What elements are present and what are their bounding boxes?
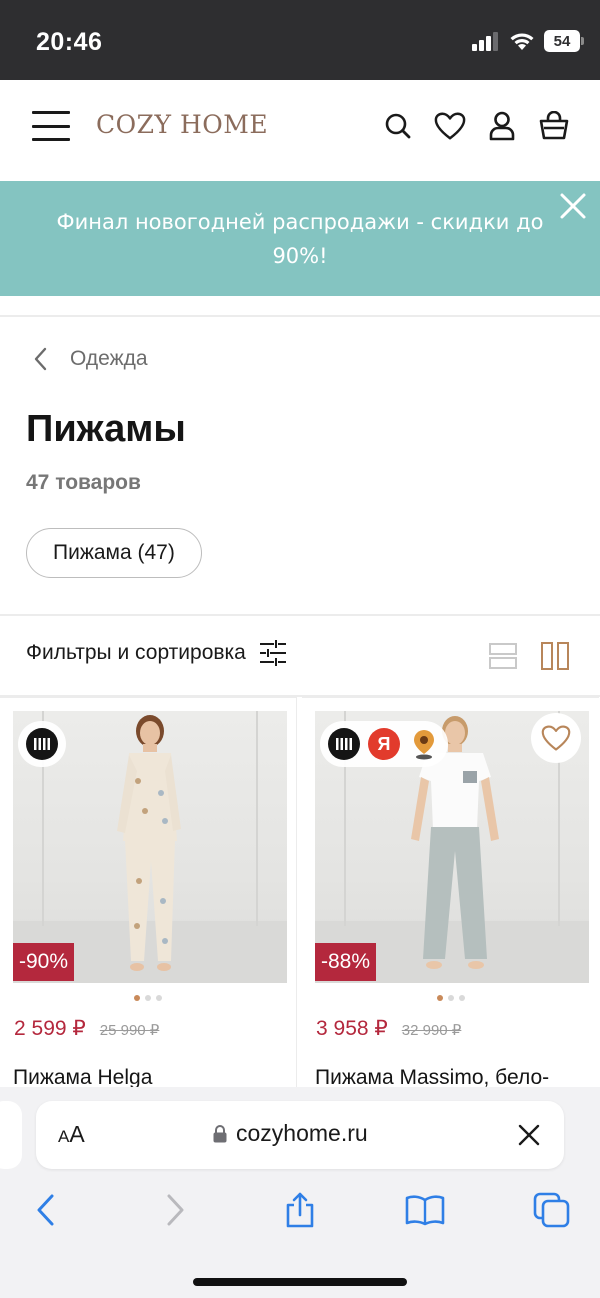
category-chip-label: Пижама (47): [53, 541, 175, 564]
product-card[interactable]: -90% 2 599 ₽ 25 990 ₽ Пижама Helga: [0, 697, 297, 1097]
search-icon[interactable]: [382, 108, 414, 144]
address-bar[interactable]: AA cozyhome.ru: [36, 1101, 564, 1169]
filter-sliders-icon: [259, 640, 286, 666]
image-pager-dots: [302, 995, 599, 1001]
discount-badge: -88%: [315, 943, 377, 981]
price-old: 32 990 ₽: [401, 1022, 462, 1039]
previous-tab-peek[interactable]: [0, 1101, 22, 1169]
price-row: 3 958 ₽ 32 990 ₽: [316, 1016, 461, 1041]
price-row: 2 599 ₽ 25 990 ₽: [14, 1016, 159, 1041]
tabs-button[interactable]: [532, 1190, 572, 1230]
chevron-left-icon: [37, 1194, 54, 1226]
back-button[interactable]: [26, 1190, 66, 1230]
tabs-icon: [533, 1192, 570, 1228]
status-time: 20:46: [36, 28, 103, 56]
signal-icon: [472, 32, 498, 51]
divider: [0, 614, 600, 616]
close-icon[interactable]: [516, 1122, 542, 1148]
yandex-letter: Я: [377, 733, 391, 754]
share-button[interactable]: [280, 1190, 320, 1230]
forward-button[interactable]: [155, 1190, 195, 1230]
discount-badge: -90%: [13, 943, 75, 981]
url-text: cozyhome.ru: [236, 1120, 368, 1146]
site-header: COZY HOME: [0, 80, 600, 180]
image-pager-dots: [0, 995, 296, 1001]
home-indicator: [193, 1278, 407, 1286]
breadcrumb[interactable]: Одежда: [32, 346, 148, 372]
heart-icon[interactable]: [434, 108, 466, 144]
list-view-icon[interactable]: [488, 641, 518, 671]
promo-text: Финал новогодней распродажи - скидки до …: [56, 210, 544, 268]
chevron-left-icon: [34, 347, 47, 371]
bag-icon[interactable]: [538, 108, 570, 144]
product-photo[interactable]: -90%: [13, 711, 287, 983]
chevron-right-icon: [167, 1194, 184, 1226]
location-pin-icon: [408, 728, 440, 760]
partner-stripes-icon: [26, 728, 58, 760]
category-chip[interactable]: Пижама (47): [26, 528, 202, 578]
menu-icon[interactable]: [32, 111, 70, 141]
grid-view-icon[interactable]: [540, 641, 570, 671]
lock-icon: [213, 1124, 227, 1142]
wishlist-heart-icon[interactable]: [531, 713, 581, 763]
book-icon: [405, 1195, 445, 1226]
divider: [0, 315, 600, 317]
price-current: 2 599 ₽: [14, 1017, 86, 1040]
header-icons: [382, 108, 570, 144]
logo[interactable]: COZY HOME: [96, 110, 268, 139]
share-icon: [286, 1192, 314, 1228]
price-current: 3 958 ₽: [316, 1017, 388, 1040]
status-icons: 54: [472, 30, 584, 52]
yandex-icon: Я: [368, 728, 400, 760]
status-bar: 20:46 54: [0, 0, 600, 80]
price-old: 25 990 ₽: [99, 1022, 160, 1039]
badge-group: Я: [320, 721, 448, 767]
reader-settings-button[interactable]: AA: [58, 1121, 85, 1148]
battery-icon: 54: [544, 30, 584, 52]
badge-group: [18, 721, 66, 767]
product-card[interactable]: Я -88% 3 958 ₽ 32 990 ₽ Пижама Massimo, …: [302, 697, 599, 1097]
item-count: 47 товаров: [26, 471, 141, 494]
battery-level: 54: [553, 32, 571, 50]
page-title: Пижамы: [26, 408, 186, 450]
breadcrumb-label: Одежда: [70, 347, 148, 370]
wifi-icon: [510, 33, 534, 50]
view-toggles: [488, 641, 570, 671]
filter-sort-button[interactable]: Фильтры и сортировка: [26, 638, 288, 668]
user-icon[interactable]: [486, 108, 518, 144]
close-icon[interactable]: [556, 189, 590, 223]
product-photo[interactable]: Я -88%: [315, 711, 589, 983]
promo-banner: Финал новогодней распродажи - скидки до …: [0, 181, 600, 296]
bookmarks-button[interactable]: [405, 1190, 445, 1230]
url-field[interactable]: cozyhome.ru: [212, 1120, 368, 1147]
partner-stripes-icon: [328, 728, 360, 760]
filter-label: Фильтры и сортировка: [26, 641, 246, 664]
